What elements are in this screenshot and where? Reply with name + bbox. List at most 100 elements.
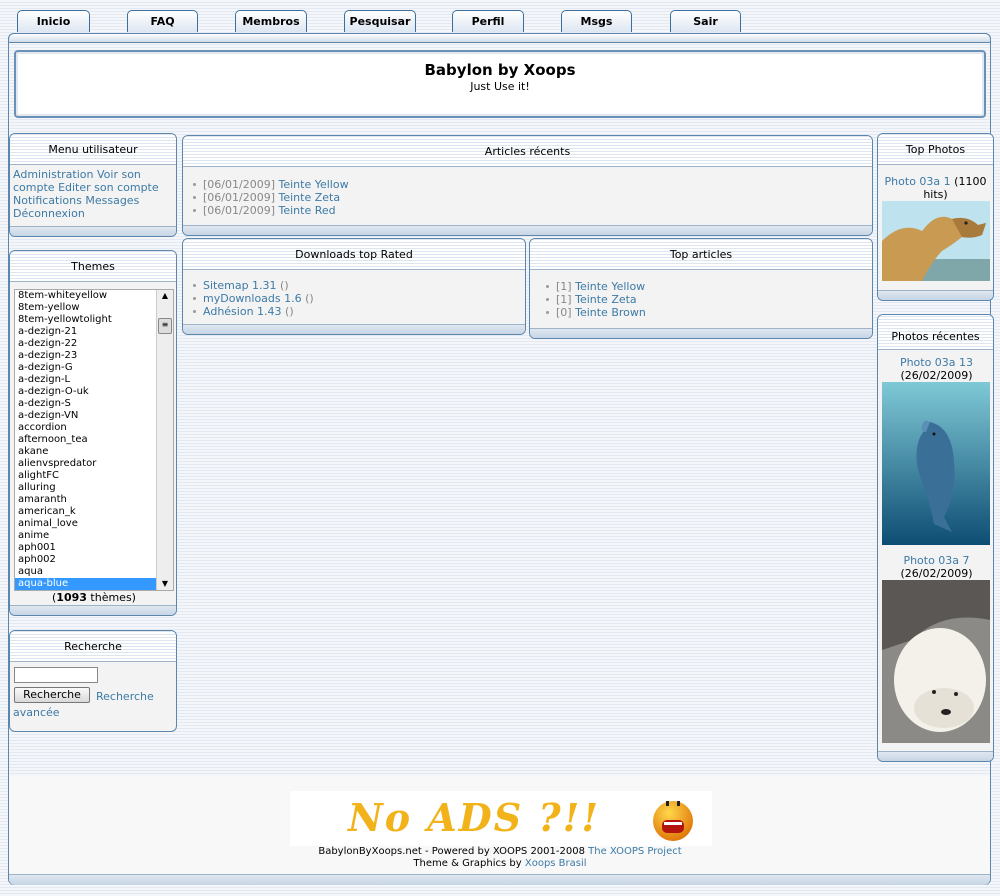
photo-date: (26/02/2009): [900, 369, 973, 382]
tab-membros[interactable]: Membros: [235, 10, 307, 32]
photo-caption: Photo 03a 13 (26/02/2009): [878, 356, 993, 382]
download-extra: (): [281, 305, 294, 318]
theme-option[interactable]: 8tem-yellow: [15, 302, 173, 314]
theme-option[interactable]: accordion: [15, 422, 173, 434]
list-item: [06/01/2009] Teinte Zeta: [193, 191, 872, 204]
themes-block: Themes 8tem-whiteyellow 8tem-yellow 8tem-y…: [9, 250, 177, 616]
theme-option[interactable]: 8tem-whiteyellow: [15, 290, 173, 302]
theme-option[interactable]: 8tem-yellowtolight: [15, 314, 173, 326]
themes-scrollbar[interactable]: ▲ ≡ ▼: [156, 290, 173, 590]
themes-select[interactable]: 8tem-whiteyellow 8tem-yellow 8tem-yellowto…: [14, 289, 174, 591]
ad-banner[interactable]: No ADS ?!!: [290, 791, 712, 846]
list-item: myDownloads 1.6 (): [193, 292, 525, 305]
search-block: Recherche Recherche Recherche avancée: [9, 630, 177, 732]
theme-option[interactable]: a-dezign-21: [15, 326, 173, 338]
list-item: [06/01/2009] Teinte Yellow: [193, 178, 872, 191]
polar-bear-photo[interactable]: [882, 580, 990, 743]
top-photo-link[interactable]: Photo 03a 1: [885, 175, 951, 188]
top-articles-list: [1] Teinte Yellow [1] Teinte Zeta [0] Te…: [530, 280, 872, 319]
theme-option[interactable]: alluring: [15, 482, 173, 494]
theme-option[interactable]: a-dezign-G: [15, 362, 173, 374]
themes-count-label: thèmes): [86, 591, 136, 604]
tab-pesquisar[interactable]: Pesquisar: [344, 10, 416, 32]
theme-option[interactable]: a-dezign-O-uk: [15, 386, 173, 398]
list-item: [06/01/2009] Teinte Red: [193, 204, 872, 217]
article-link[interactable]: Teinte Zeta: [575, 293, 637, 306]
theme-option[interactable]: alightFC: [15, 470, 173, 482]
tab-faq[interactable]: FAQ: [127, 10, 198, 32]
article-date: [06/01/2009]: [203, 204, 275, 217]
tab-inicio[interactable]: Inicio: [17, 10, 90, 32]
block-footer: [878, 290, 993, 300]
theme-option[interactable]: a-dezign-S: [15, 398, 173, 410]
theme-option[interactable]: american_k: [15, 506, 173, 518]
block-footer: [183, 225, 872, 235]
scroll-down-icon[interactable]: ▼: [157, 578, 173, 590]
download-link[interactable]: Sitemap 1.31: [203, 279, 277, 292]
list-item: [0] Teinte Brown: [546, 306, 872, 319]
footer-text: Theme & Graphics by: [413, 858, 525, 869]
article-count: [0]: [556, 306, 572, 319]
footer-credits: Theme & Graphics by Xoops Brasil: [0, 858, 1000, 869]
link-notifications[interactable]: Notifications: [13, 194, 82, 207]
frame-bottom-bar: [9, 874, 990, 885]
recent-articles-title: Articles récents: [183, 136, 872, 167]
theme-option[interactable]: aqua-blue: [15, 578, 173, 590]
photo-link[interactable]: Photo 03a 7: [878, 554, 993, 567]
article-link[interactable]: Teinte Yellow: [575, 280, 645, 293]
theme-option[interactable]: a-dezign-23: [15, 350, 173, 362]
download-extra: (): [301, 292, 314, 305]
advanced-search-link[interactable]: Recherche avancée: [13, 689, 173, 721]
scroll-up-icon[interactable]: ▲: [157, 290, 173, 302]
tab-msgs[interactable]: Msgs: [561, 10, 632, 32]
article-link[interactable]: Teinte Zeta: [278, 191, 340, 204]
site-slogan: Just Use it!: [470, 80, 530, 93]
themes-options: 8tem-whiteyellow 8tem-yellow 8tem-yellowto…: [15, 290, 173, 590]
dolphin-photo-image: [882, 382, 990, 545]
article-date: [06/01/2009]: [203, 178, 275, 191]
theme-option[interactable]: a-dezign-VN: [15, 410, 173, 422]
scroll-thumb[interactable]: ≡: [158, 318, 172, 334]
block-footer: [530, 328, 872, 338]
theme-option[interactable]: a-dezign-22: [15, 338, 173, 350]
block-footer: [878, 751, 993, 761]
article-link[interactable]: Teinte Yellow: [278, 178, 348, 191]
shocked-face-icon: [653, 801, 693, 841]
top-photos-title: Top Photos: [878, 134, 993, 165]
search-title: Recherche: [10, 631, 176, 662]
theme-option[interactable]: aph002: [15, 554, 173, 566]
search-input[interactable]: [14, 667, 98, 683]
link-administration[interactable]: Administration: [13, 168, 94, 181]
tab-perfil[interactable]: Perfil: [452, 10, 524, 32]
theme-option[interactable]: animal_love: [15, 518, 173, 530]
article-link[interactable]: Teinte Red: [278, 204, 335, 217]
top-articles-title: Top articles: [530, 239, 872, 270]
theme-option[interactable]: afternoon_tea: [15, 434, 173, 446]
download-link[interactable]: Adhésion 1.43: [203, 305, 282, 318]
list-item: Sitemap 1.31 (): [193, 279, 525, 292]
theme-option[interactable]: alienvspredator: [15, 458, 173, 470]
theme-option[interactable]: a-dezign-L: [15, 374, 173, 386]
top-nav: Inicio FAQ Membros Pesquisar Perfil Msgs…: [0, 0, 1000, 34]
footer-text: BabylonByXoops.net - Powered by XOOPS 20…: [318, 846, 589, 857]
top-photo-caption: Photo 03a 1 (1100 hits): [878, 165, 993, 201]
link-deconnexion[interactable]: Déconnexion: [13, 207, 85, 220]
theme-option[interactable]: aqua: [15, 566, 173, 578]
download-link[interactable]: myDownloads 1.6: [203, 292, 302, 305]
xoops-brasil-link[interactable]: Xoops Brasil: [525, 858, 587, 869]
xoops-project-link[interactable]: The XOOPS Project: [588, 846, 682, 857]
site-header: Babylon by Xoops Just Use it!: [14, 50, 986, 118]
link-editer-compte[interactable]: Editer son compte: [58, 181, 159, 194]
tab-sair[interactable]: Sair: [670, 10, 741, 32]
recent-articles-block: Articles récents [06/01/2009] Teinte Yel…: [182, 135, 873, 236]
link-messages[interactable]: Messages: [85, 194, 139, 207]
theme-option[interactable]: amaranth: [15, 494, 173, 506]
theme-option[interactable]: akane: [15, 446, 173, 458]
theme-option[interactable]: aph001: [15, 542, 173, 554]
download-extra: (): [276, 279, 289, 292]
camel-photo[interactable]: [882, 201, 990, 281]
theme-option[interactable]: anime: [15, 530, 173, 542]
article-link[interactable]: Teinte Brown: [575, 306, 646, 319]
dolphin-photo[interactable]: [882, 382, 990, 545]
photo-link[interactable]: Photo 03a 13: [878, 356, 993, 369]
